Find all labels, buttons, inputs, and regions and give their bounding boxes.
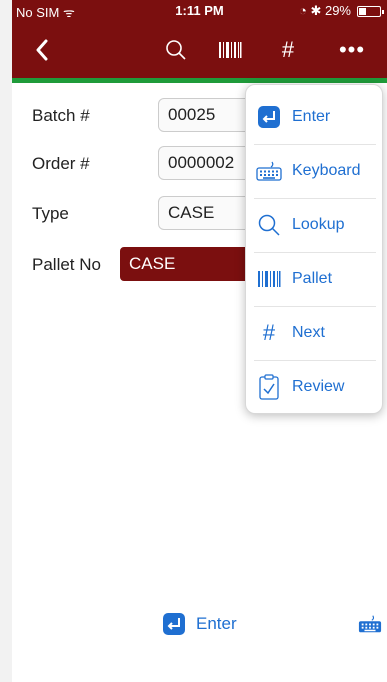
chevron-left-icon <box>36 39 48 61</box>
menu-item-label: Enter <box>292 108 331 125</box>
app-screen: No SIM ᯤ 1:11 PM ◔ ✱ 29% # ••• Batch # 0… <box>0 0 387 682</box>
pallet-label: Pallet No <box>32 255 101 274</box>
menu-item-lookup[interactable]: Lookup <box>246 198 384 252</box>
barcode-button[interactable] <box>216 36 244 64</box>
menu-item-label: Review <box>292 378 345 395</box>
hash-icon: # <box>262 320 276 345</box>
menu-item-keyboard[interactable]: Keyboard <box>246 144 384 198</box>
batch-label: Batch # <box>32 106 90 125</box>
review-icon <box>256 374 282 400</box>
battery-percent: ◔ ✱ 29% <box>299 3 351 18</box>
more-icon: ••• <box>338 37 366 62</box>
enter-icon <box>163 613 185 635</box>
top-bar: No SIM ᯤ 1:11 PM ◔ ✱ 29% # ••• <box>12 0 387 83</box>
menu-item-label: Pallet <box>292 270 333 287</box>
bottom-enter-button[interactable]: Enter <box>162 612 237 636</box>
pallet-field[interactable]: CASE <box>120 247 260 281</box>
menu-item-review[interactable]: Review <box>246 360 384 414</box>
bottom-enter-label: Enter <box>196 614 237 633</box>
menu-item-enter[interactable]: Enter <box>246 90 384 144</box>
bottom-toolbar: Enter <box>12 600 387 660</box>
barcode-icon <box>256 266 282 292</box>
menu-item-label: Keyboard <box>292 162 361 179</box>
keyboard-icon <box>256 158 282 184</box>
navigation-bar: # ••• <box>12 22 387 78</box>
order-label: Order # <box>32 154 90 173</box>
accent-line <box>12 78 387 83</box>
more-button[interactable]: ••• <box>335 36 369 64</box>
search-icon <box>256 212 282 238</box>
back-button[interactable] <box>30 36 54 64</box>
menu-item-label: Lookup <box>292 216 345 233</box>
menu-item-pallet[interactable]: Pallet <box>246 252 384 306</box>
actions-popover: Enter Keyboard Lookup Pallet # Next Revi… <box>245 84 383 414</box>
menu-item-next[interactable]: # Next <box>246 306 384 360</box>
left-gutter <box>0 0 12 682</box>
barcode-icon <box>219 42 242 58</box>
type-label: Type <box>32 204 69 223</box>
battery-icon <box>357 6 384 17</box>
search-icon <box>166 40 186 60</box>
enter-icon <box>256 104 282 130</box>
keyboard-icon <box>358 615 382 633</box>
hash-button[interactable]: # <box>274 36 302 64</box>
menu-item-label: Next <box>292 324 325 341</box>
status-bar: No SIM ᯤ 1:11 PM ◔ ✱ 29% <box>12 0 387 22</box>
hash-icon: # <box>281 37 295 62</box>
bottom-keyboard-button[interactable] <box>358 614 382 639</box>
search-button[interactable] <box>162 36 190 64</box>
